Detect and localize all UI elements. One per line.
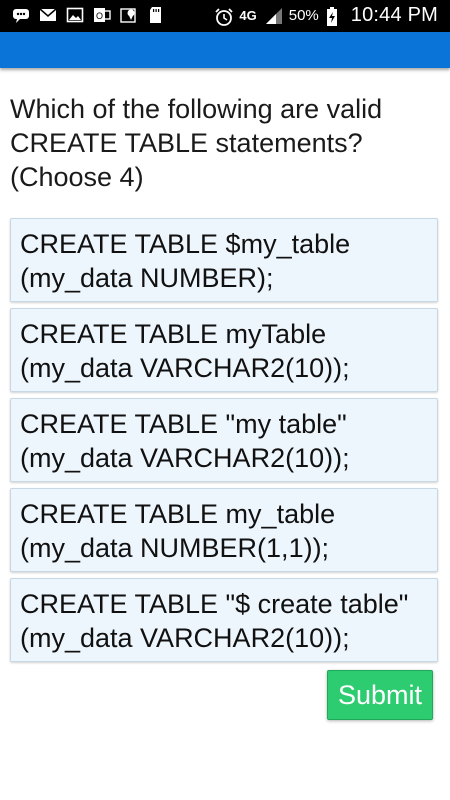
image-icon: [66, 6, 84, 24]
battery-charging-icon: [326, 6, 344, 26]
option-3-line2: (my_data VARCHAR2(10));: [20, 443, 350, 473]
system-status: 4G 50% 10:44 PM: [214, 4, 438, 27]
question-text: Which of the following are valid CREATE …: [10, 94, 383, 192]
network-type: 4G: [239, 8, 257, 23]
option-4[interactable]: CREATE TABLE my_table (my_data NUMBER(1,…: [10, 488, 438, 572]
chat-icon: [12, 6, 30, 24]
notification-icons: O: [12, 6, 165, 24]
clock: 10:44 PM: [350, 4, 438, 26]
option-1[interactable]: CREATE TABLE $my_table (my_data NUMBER);: [10, 218, 438, 302]
app-bar: [0, 32, 450, 68]
svg-text:O: O: [96, 11, 103, 21]
option-3[interactable]: CREATE TABLE "my table" (my_data VARCHAR…: [10, 398, 438, 482]
option-2[interactable]: CREATE TABLE myTable (my_data VARCHAR2(1…: [10, 308, 438, 392]
option-2-line1: CREATE TABLE myTable: [20, 319, 327, 349]
options-list: CREATE TABLE $my_table (my_data NUMBER);…: [10, 218, 438, 668]
option-1-line2: (my_data NUMBER);: [20, 263, 274, 293]
submit-button[interactable]: Submit: [327, 670, 433, 720]
alarm-icon: [214, 7, 234, 26]
option-5[interactable]: CREATE TABLE "$ create table" (my_data V…: [10, 578, 438, 662]
option-5-line2: (my_data VARCHAR2(10));: [20, 623, 350, 653]
option-1-line1: CREATE TABLE $my_table: [20, 229, 351, 259]
outlook-icon: O: [93, 6, 111, 24]
mail-icon: [39, 6, 57, 24]
location-icon: [120, 6, 138, 24]
option-4-line1: CREATE TABLE my_table: [20, 499, 336, 529]
battery-percent: 50%: [288, 7, 319, 24]
status-bar: O 4G 50% 10:44 PM: [0, 0, 450, 32]
option-4-line2: (my_data NUMBER(1,1));: [20, 533, 330, 563]
option-2-line2: (my_data VARCHAR2(10));: [20, 353, 350, 383]
option-3-line1: CREATE TABLE "my table": [20, 409, 347, 439]
signal-icon: [264, 7, 282, 25]
option-5-line1: CREATE TABLE "$ create table": [20, 589, 409, 619]
sd-card-icon: [147, 6, 165, 24]
